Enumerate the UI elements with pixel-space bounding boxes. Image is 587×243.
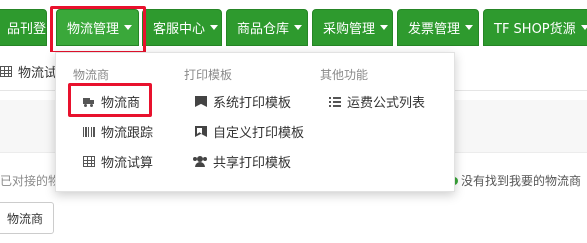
sub-item-label: 物流试 — [18, 66, 58, 81]
sub-item-logistics-estimate[interactable]: 物流试 — [0, 62, 57, 81]
menu-item-label: 物流试算 — [101, 156, 154, 171]
tab-tf-shop[interactable]: TF SHOP货源 — [483, 9, 587, 46]
chevron-down-icon — [380, 25, 389, 30]
column-header-carriers: 物流商 — [73, 68, 110, 82]
menu-item-system-template[interactable]: 系统打印模板 — [195, 92, 291, 111]
menu-item-custom-template[interactable]: 自定义打印模板 — [195, 122, 304, 141]
menu-item-freight-formula[interactable]: 运费公式列表 — [329, 92, 425, 111]
tab-invoice[interactable]: 发票管理 — [397, 9, 479, 46]
tab-label: 物流管理 — [67, 22, 120, 37]
chevron-down-icon — [465, 25, 474, 30]
chevron-down-icon — [124, 25, 133, 30]
list-icon — [329, 96, 341, 107]
bookmark-outline-icon — [195, 126, 207, 137]
tab-label: 客服中心 — [153, 22, 206, 37]
menu-item-label: 物流商 — [101, 96, 141, 111]
column-header-print-templates: 打印模板 — [184, 68, 233, 82]
menu-item-shared-template[interactable]: 共享打印模板 — [193, 152, 291, 171]
barcode-icon — [83, 127, 95, 137]
tab-label: 商品仓库 — [237, 22, 290, 37]
tab-logistics[interactable]: 物流管理 — [56, 9, 139, 46]
table-icon — [0, 66, 12, 77]
tab-label: 发票管理 — [408, 22, 461, 37]
menu-item-label: 自定义打印模板 — [213, 126, 305, 141]
logistics-dropdown-menu: 物流商 物流商 物流跟踪 物流试算 打印模板 系统打印模板 自定义打印模板 共享… — [55, 52, 455, 192]
menu-item-label: 共享打印模板 — [213, 156, 292, 171]
menu-item-tracking[interactable]: 物流跟踪 — [83, 122, 153, 141]
table-icon — [83, 156, 95, 167]
connected-hint-text: 已对接的物 — [0, 174, 61, 188]
tab-product-warehouse[interactable]: 商品仓库 — [226, 9, 308, 46]
bookmark-icon — [195, 96, 207, 107]
tab-customer-service[interactable]: 客服中心 — [142, 9, 222, 46]
users-icon — [193, 156, 207, 167]
menu-item-estimate[interactable]: 物流试算 — [83, 152, 153, 171]
truck-icon — [83, 96, 95, 108]
tab-label: 采购管理 — [323, 22, 376, 37]
tab-purchasing[interactable]: 采购管理 — [312, 9, 393, 46]
tab-listing[interactable]: 品刊登 — [0, 9, 60, 46]
tab-label: 品刊登 — [7, 22, 47, 37]
menu-item-label: 物流跟踪 — [101, 126, 154, 141]
menu-item-label: 运费公式列表 — [347, 96, 426, 111]
menu-item-label: 系统打印模板 — [213, 96, 292, 111]
chevron-down-icon — [294, 25, 303, 30]
column-header-other: 其他功能 — [320, 68, 369, 82]
not-found-label: 没有找到我要的物流商 — [461, 174, 582, 188]
logistics-provider-button[interactable]: 物流商 — [0, 202, 54, 234]
menu-item-carriers[interactable]: 物流商 — [83, 92, 140, 111]
tab-label: TF SHOP货源 — [494, 22, 576, 37]
chevron-down-icon — [210, 25, 219, 30]
top-nav-bar: 品刊登 物流管理 客服中心 商品仓库 采购管理 发票管理 TF SHOP货源 — [0, 0, 587, 52]
chevron-down-icon — [580, 25, 587, 30]
not-found-link[interactable]: 没有找到我要的物流商 — [450, 172, 581, 189]
